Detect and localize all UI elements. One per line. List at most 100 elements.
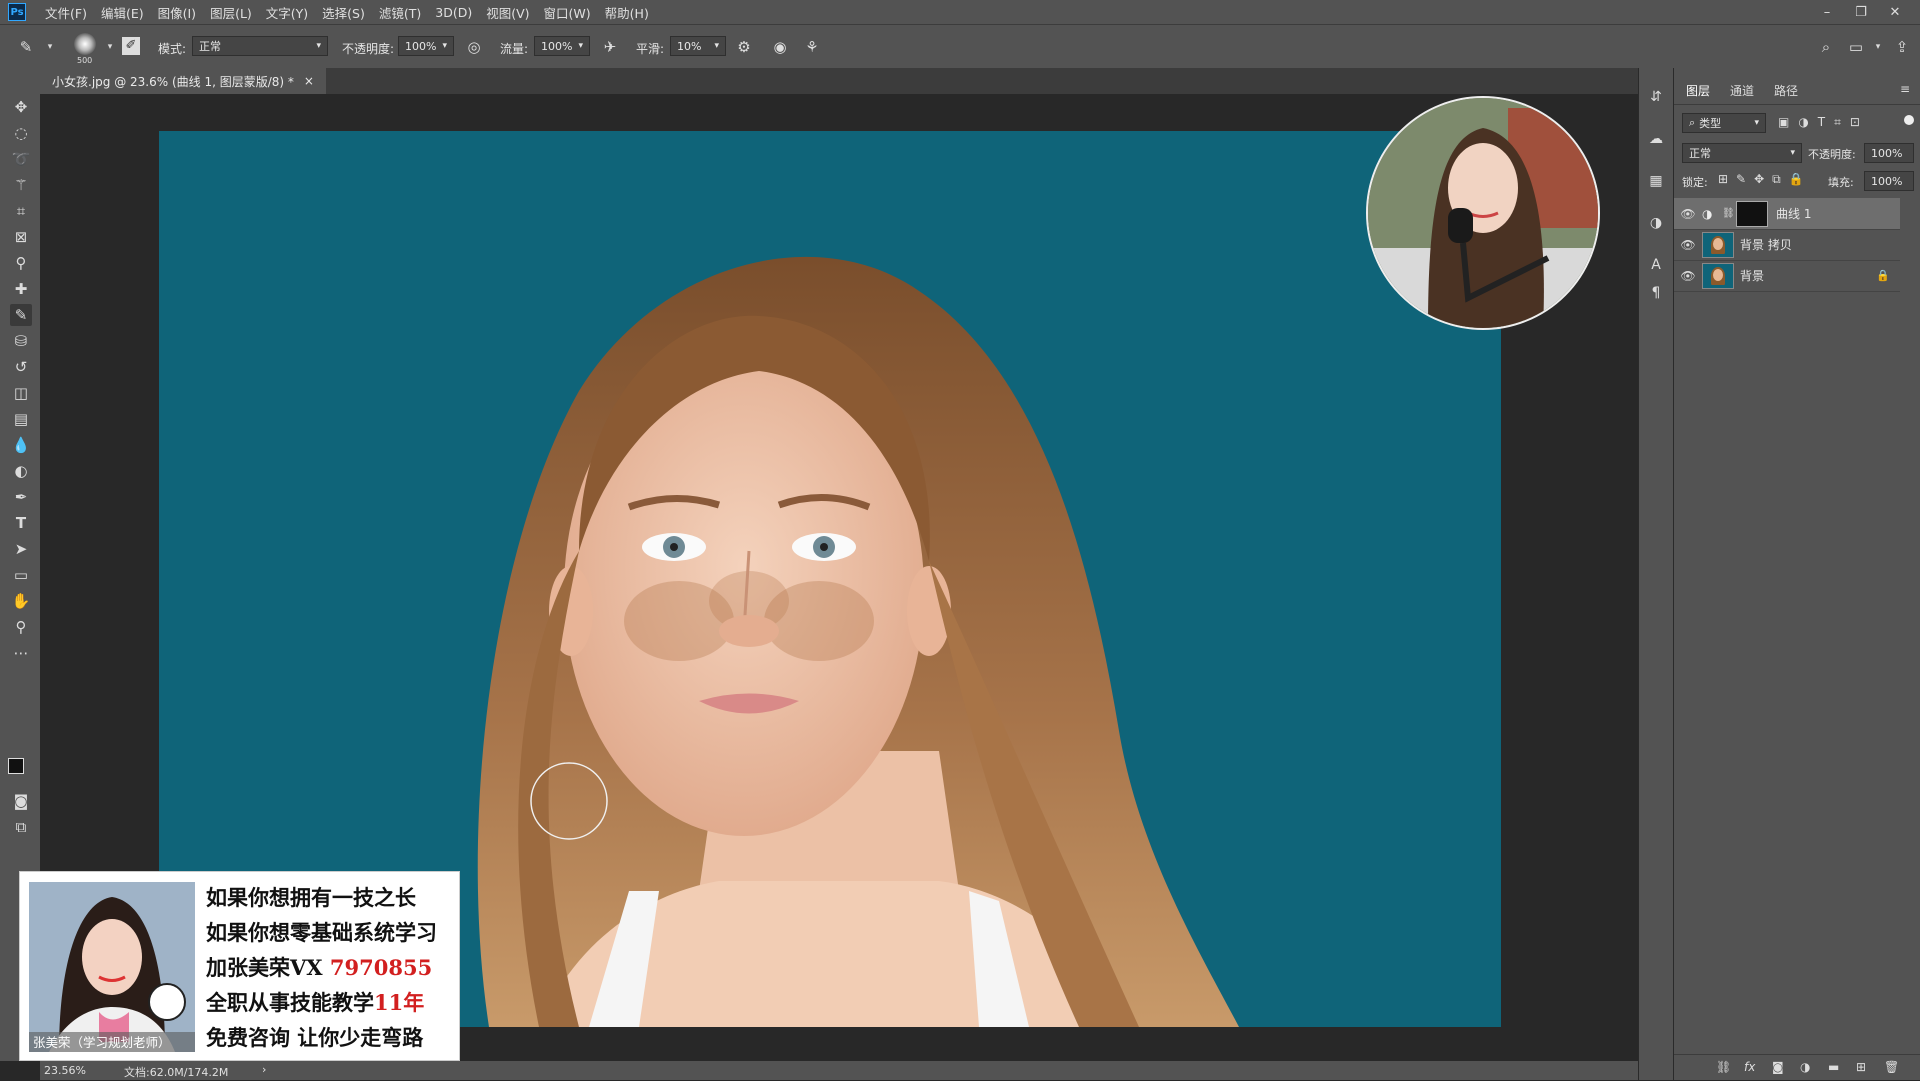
adjustment-icon[interactable]: ◑ bbox=[1800, 1060, 1810, 1074]
layer-row-curves[interactable]: 👁 ◑ ⛓ 曲线 1 bbox=[1674, 198, 1900, 230]
healing-brush-icon[interactable]: ✚ bbox=[10, 278, 32, 300]
menu-layer[interactable]: 图层(L) bbox=[203, 3, 259, 22]
mode-select[interactable]: 正常 ▾ bbox=[192, 36, 328, 56]
magic-wand-icon[interactable]: ⚚ bbox=[10, 174, 32, 196]
frame-tool-icon[interactable]: ⊠ bbox=[10, 226, 32, 248]
chevron-down-icon[interactable]: ▾ bbox=[1868, 37, 1888, 57]
pen-tool-icon[interactable]: ✒ bbox=[10, 486, 32, 508]
minimize-button[interactable]: – bbox=[1812, 0, 1842, 24]
smoothing-field[interactable]: 10% ▾ bbox=[670, 36, 726, 56]
status-menu-arrow-icon[interactable]: › bbox=[262, 1063, 266, 1076]
move-tool-icon[interactable]: ✥ bbox=[10, 96, 32, 118]
layer-name[interactable]: 背景 拷贝 bbox=[1740, 236, 1792, 253]
link-icon[interactable]: ⛓ bbox=[1716, 1060, 1731, 1074]
pressure-opacity-icon[interactable]: ◎ bbox=[464, 37, 484, 57]
search-icon[interactable]: ⌕ bbox=[1816, 37, 1836, 57]
quick-mask-icon[interactable]: ◙ bbox=[10, 790, 32, 812]
crop-tool-icon[interactable]: ⌗ bbox=[10, 200, 32, 222]
layer-filter-value: 类型 bbox=[1699, 117, 1722, 130]
dodge-tool-icon[interactable]: ◐ bbox=[10, 460, 32, 482]
gear-icon[interactable]: ⚙ bbox=[734, 37, 754, 57]
clone-stamp-icon[interactable]: ⛁ bbox=[10, 330, 32, 352]
menu-filter[interactable]: 滤镜(T) bbox=[372, 3, 428, 22]
blur-tool-icon[interactable]: 💧 bbox=[10, 434, 32, 456]
blend-mode-select[interactable]: 正常 ▾ bbox=[1682, 143, 1802, 163]
symmetry-icon[interactable]: ⚘ bbox=[802, 37, 822, 57]
menu-help[interactable]: 帮助(H) bbox=[598, 3, 656, 22]
paragraph-panel-icon[interactable]: ¶ bbox=[1647, 284, 1665, 302]
eraser-icon[interactable]: ◫ bbox=[10, 382, 32, 404]
marquee-tool-icon[interactable]: ◌ bbox=[10, 122, 32, 144]
lock-icons[interactable]: ⊞✎✥⧉🔒 bbox=[1718, 172, 1812, 187]
hand-tool-icon[interactable]: ✋ bbox=[10, 590, 32, 612]
brush-tool-icon[interactable]: ✎ bbox=[10, 304, 32, 326]
history-brush-icon[interactable]: ↺ bbox=[10, 356, 32, 378]
grid-panel-icon[interactable]: ▦ bbox=[1647, 172, 1665, 190]
menu-3d[interactable]: 3D(D) bbox=[428, 5, 479, 20]
gradient-tool-icon[interactable]: ▤ bbox=[10, 408, 32, 430]
share-icon[interactable]: ⇪ bbox=[1892, 37, 1912, 57]
zoom-level[interactable]: 23.56% bbox=[44, 1064, 86, 1077]
path-selection-icon[interactable]: ➤ bbox=[10, 538, 32, 560]
workspace-icon[interactable]: ▭ bbox=[1846, 37, 1866, 57]
panel-menu-icon[interactable]: ≡ bbox=[1900, 82, 1910, 96]
menu-window[interactable]: 窗口(W) bbox=[537, 3, 598, 22]
menu-image[interactable]: 图像(I) bbox=[151, 3, 203, 22]
brush-preview-icon[interactable] bbox=[74, 33, 96, 55]
layer-opacity-field[interactable]: 100% bbox=[1864, 143, 1914, 163]
adjustments-panel-icon[interactable]: ◑ bbox=[1647, 214, 1665, 232]
layer-name[interactable]: 背景 bbox=[1740, 267, 1764, 284]
eye-icon[interactable]: 👁 bbox=[1674, 269, 1702, 283]
menu-file[interactable]: 文件(F) bbox=[38, 3, 94, 22]
screen-mode-icon[interactable]: ⧉ bbox=[10, 816, 32, 838]
3d-panel-icon[interactable]: ☁ bbox=[1647, 130, 1665, 148]
close-window-button[interactable]: ✕ bbox=[1880, 0, 1910, 24]
options-bar: ✎ ▾ 500 ▾ ✐ 模式: 正常 ▾ 不透明度: 100% ▾ ◎ 流量: … bbox=[0, 24, 1920, 70]
zoom-tool-icon[interactable]: ⚲ bbox=[10, 616, 32, 638]
eye-icon[interactable]: 👁 bbox=[1674, 238, 1702, 252]
menu-edit[interactable]: 编辑(E) bbox=[94, 3, 151, 22]
group-icon[interactable]: ▬ bbox=[1828, 1060, 1839, 1074]
foreground-color-icon[interactable] bbox=[8, 758, 24, 774]
layer-row-background[interactable]: 👁 背景 🔒 bbox=[1674, 260, 1900, 292]
type-tool-icon[interactable]: T bbox=[10, 512, 32, 534]
eyedropper-icon[interactable]: ⚲ bbox=[10, 252, 32, 274]
airbrush-icon[interactable]: ✈ bbox=[600, 37, 620, 57]
menu-view[interactable]: 视图(V) bbox=[479, 3, 536, 22]
flow-field[interactable]: 100% ▾ bbox=[534, 36, 590, 56]
fill-field[interactable]: 100% bbox=[1864, 171, 1914, 191]
fx-icon[interactable]: fx bbox=[1744, 1060, 1755, 1074]
menu-select[interactable]: 选择(S) bbox=[315, 3, 372, 22]
chevron-down-icon[interactable]: ▾ bbox=[100, 37, 120, 57]
pressure-size-icon[interactable]: ◉ bbox=[770, 37, 790, 57]
chevron-down-icon[interactable]: ▾ bbox=[40, 37, 60, 57]
filter-toggle-icon[interactable] bbox=[1904, 115, 1914, 125]
document-tab[interactable]: 小女孩.jpg @ 23.6% (曲线 1, 图层蒙版/8) * × bbox=[40, 68, 326, 94]
close-tab-icon[interactable]: × bbox=[304, 74, 314, 88]
lasso-tool-icon[interactable]: ➰ bbox=[10, 148, 32, 170]
layer-name[interactable]: 曲线 1 bbox=[1776, 205, 1811, 222]
rectangle-tool-icon[interactable]: ▭ bbox=[10, 564, 32, 586]
mask-icon[interactable]: ◙ bbox=[1772, 1060, 1784, 1074]
tab-channels[interactable]: 通道 bbox=[1730, 82, 1754, 99]
menu-type[interactable]: 文字(Y) bbox=[259, 3, 315, 22]
panel-dock-strip: ⇵ ☁ ▦ ◑ A ¶ bbox=[1638, 68, 1674, 1080]
restore-button[interactable]: ❐ bbox=[1846, 0, 1876, 24]
trash-icon[interactable]: 🗑 bbox=[1884, 1060, 1899, 1074]
flow-value: 100% bbox=[541, 39, 573, 53]
more-tools-icon[interactable]: ⋯ bbox=[10, 642, 32, 664]
new-layer-icon[interactable]: ⊞ bbox=[1856, 1060, 1866, 1074]
layer-mask-thumbnail[interactable] bbox=[1736, 200, 1768, 227]
layer-filter-icons[interactable]: ▣◑T⌗⊡ bbox=[1778, 115, 1869, 130]
tab-paths[interactable]: 路径 bbox=[1774, 82, 1798, 99]
layer-filter-select[interactable]: ⌕ 类型 ▾ bbox=[1682, 113, 1766, 133]
history-panel-icon[interactable]: ⇵ bbox=[1647, 88, 1665, 106]
brush-tool-icon[interactable]: ✎ bbox=[16, 37, 36, 57]
layer-row-background-copy[interactable]: 👁 背景 拷贝 bbox=[1674, 229, 1900, 261]
opacity-field[interactable]: 100% ▾ bbox=[398, 36, 454, 56]
character-panel-icon[interactable]: A bbox=[1647, 256, 1665, 274]
eye-icon[interactable]: 👁 bbox=[1674, 207, 1702, 221]
brush-settings-icon[interactable]: ✐ bbox=[122, 37, 140, 55]
opacity-value: 100% bbox=[405, 39, 437, 53]
tab-layers[interactable]: 图层 bbox=[1686, 82, 1710, 99]
